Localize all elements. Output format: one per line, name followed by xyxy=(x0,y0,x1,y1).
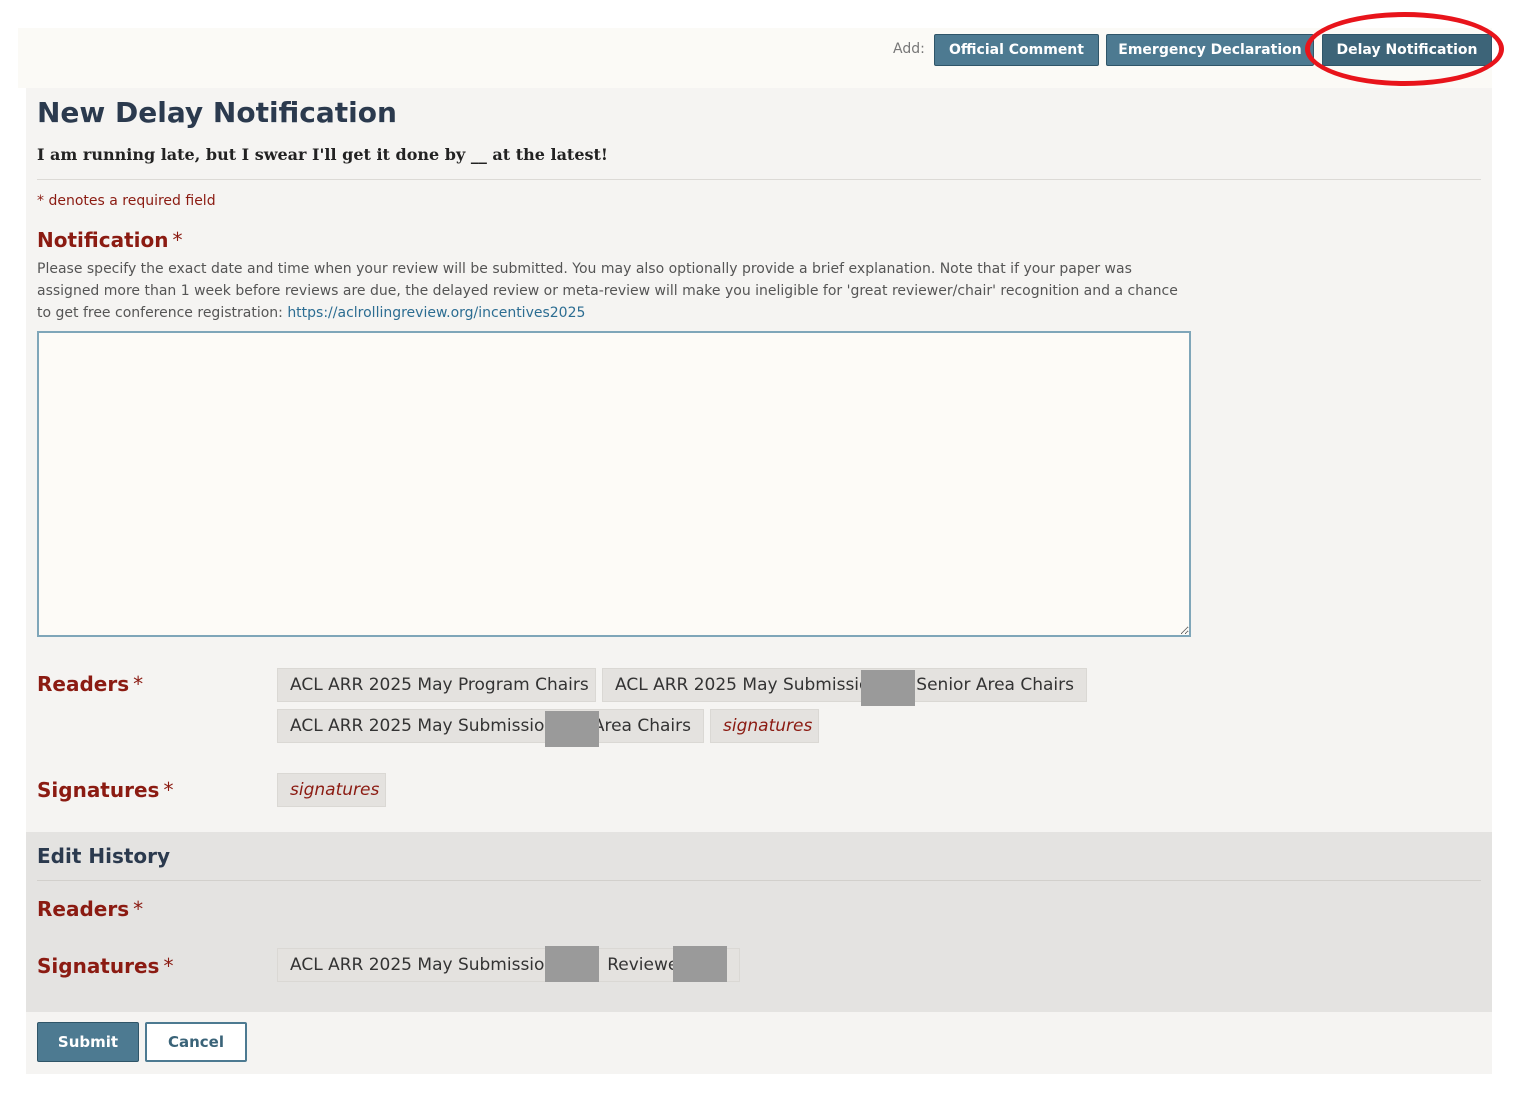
official-comment-button[interactable]: Official Comment xyxy=(934,34,1099,66)
highlight-annotation xyxy=(1305,12,1504,86)
notification-description: Please specify the exact date and time w… xyxy=(37,258,1187,324)
signatures-label-text: Signatures xyxy=(37,778,160,802)
readers-label-text: Readers xyxy=(37,672,130,696)
edit-history-title: Edit History xyxy=(37,844,171,868)
history-readers-label: Readers * xyxy=(37,897,143,921)
notification-label: Notification * xyxy=(37,228,182,252)
notification-label-text: Notification xyxy=(37,228,169,252)
redaction-block xyxy=(673,946,727,982)
reader-tag-program-chairs[interactable]: ACL ARR 2025 May Program Chairs xyxy=(277,668,596,702)
form-subtitle: I am running late, but I swear I'll get … xyxy=(37,145,608,164)
reader-tag-area-chairs[interactable]: ACL ARR 2025 May Submission Area Chairs xyxy=(277,709,704,743)
required-mark: * xyxy=(163,778,174,802)
reader-tag-text: ACL ARR 2025 May Submission xyxy=(290,716,556,736)
history-signatures-label-text: Signatures xyxy=(37,954,160,978)
top-toolbar: Add: Official Comment Emergency Declarat… xyxy=(18,28,1492,88)
reader-tag-signatures[interactable]: signatures xyxy=(710,709,819,743)
edit-history-section: Edit History Readers * Signatures * ACL AR… xyxy=(26,832,1492,1012)
history-readers-label-text: Readers xyxy=(37,897,130,921)
notification-textarea[interactable] xyxy=(37,331,1191,637)
emergency-declaration-button[interactable]: Emergency Declaration xyxy=(1106,34,1314,66)
divider xyxy=(37,880,1481,881)
incentives-link[interactable]: https://aclrollingreview.org/incentives2… xyxy=(287,305,585,321)
add-label: Add: xyxy=(893,41,925,57)
signature-tag[interactable]: signatures xyxy=(277,773,386,807)
required-mark: * xyxy=(163,954,174,978)
reader-tag-text: ACL ARR 2025 May Submissio xyxy=(615,675,870,695)
required-mark: * xyxy=(133,672,144,696)
reader-tag-text: Area Chairs xyxy=(592,716,691,736)
submit-button[interactable]: Submit xyxy=(37,1022,139,1062)
required-note: * denotes a required field xyxy=(37,193,216,209)
signatures-label: Signatures * xyxy=(37,778,173,802)
redaction-block xyxy=(861,670,915,706)
cancel-button[interactable]: Cancel xyxy=(145,1022,247,1062)
redaction-block xyxy=(545,946,599,982)
page-title: New Delay Notification xyxy=(37,96,397,129)
required-mark: * xyxy=(133,897,144,921)
history-signature-text: ACL ARR 2025 May Submission xyxy=(290,955,556,975)
readers-label: Readers * xyxy=(37,672,143,696)
notification-description-text: Please specify the exact date and time w… xyxy=(37,261,1178,321)
reader-tag-senior-area-chairs[interactable]: ACL ARR 2025 May Submissio Senior Area Ch… xyxy=(602,668,1087,702)
divider xyxy=(37,179,1481,180)
delay-notification-form: New Delay Notification I am running late… xyxy=(26,88,1492,1074)
history-signature-tag[interactable]: ACL ARR 2025 May Submission Reviewer xyxy=(277,948,740,982)
redaction-block xyxy=(545,711,599,747)
history-signatures-label: Signatures * xyxy=(37,954,173,978)
reader-tag-text: Senior Area Chairs xyxy=(916,675,1074,695)
required-mark: * xyxy=(172,228,183,252)
